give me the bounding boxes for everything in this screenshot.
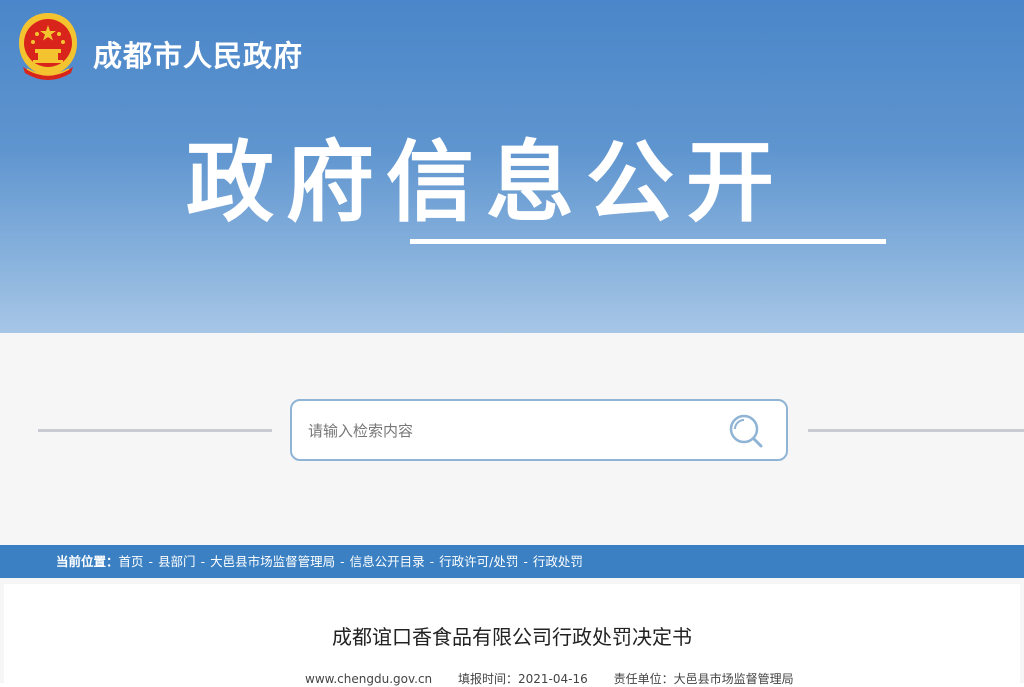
content-area: 成都谊口香食品有限公司行政处罚决定书 www.chengdu.gov.cn 填报… bbox=[0, 578, 1024, 686]
breadcrumb-administrative-penalty[interactable]: 行政处罚 bbox=[533, 554, 583, 569]
banner-underline bbox=[410, 239, 886, 244]
breadcrumb-home[interactable]: 首页 bbox=[119, 554, 144, 569]
article-card: 成都谊口香食品有限公司行政处罚决定书 www.chengdu.gov.cn 填报… bbox=[4, 584, 1020, 686]
breadcrumb-market-supervision-bureau[interactable]: 大邑县市场监督管理局 bbox=[210, 554, 335, 569]
banner-title: 政府信息公开 bbox=[186, 131, 787, 234]
breadcrumb-separator: - bbox=[148, 554, 154, 569]
breadcrumb-separator: - bbox=[429, 554, 435, 569]
breadcrumb-separator: - bbox=[340, 554, 345, 569]
search-input[interactable] bbox=[306, 415, 710, 447]
breadcrumb: 当前位置：首页 - 县部门 - 大邑县市场监督管理局 - 信息公开目录 - 行政许可/处罚 - 行政… bbox=[0, 545, 1024, 578]
search-section bbox=[0, 333, 1024, 545]
article-source: www.chengdu.gov.cn bbox=[305, 672, 433, 686]
search-box bbox=[290, 399, 788, 461]
article-unit: 责任单位：大邑县市场监督管理局 bbox=[613, 672, 794, 686]
article-meta: www.chengdu.gov.cn 填报时间：2021-04-16 责任单位：… bbox=[305, 670, 816, 687]
header-banner: 成都市人民政府 政府信息公开 bbox=[0, 0, 1024, 333]
breadcrumb-label: 当前位置： bbox=[56, 554, 119, 569]
national-emblem-icon bbox=[19, 13, 77, 80]
divider-left bbox=[38, 429, 272, 432]
breadcrumb-separator: - bbox=[200, 554, 206, 569]
breadcrumb-separator: - bbox=[523, 554, 528, 569]
breadcrumb-county-departments[interactable]: 县部门 bbox=[158, 554, 196, 569]
breadcrumb-licensing-penalty[interactable]: 行政许可/处罚 bbox=[439, 554, 518, 569]
breadcrumb-disclosure-catalog[interactable]: 信息公开目录 bbox=[350, 554, 425, 569]
article-date: 填报时间：2021-04-16 bbox=[457, 672, 588, 686]
search-button[interactable] bbox=[722, 409, 770, 453]
site-title: 成都市人民政府 bbox=[93, 39, 304, 73]
search-icon bbox=[729, 414, 763, 448]
article-title: 成都谊口香食品有限公司行政处罚决定书 bbox=[332, 625, 692, 649]
divider-right bbox=[808, 429, 1024, 432]
